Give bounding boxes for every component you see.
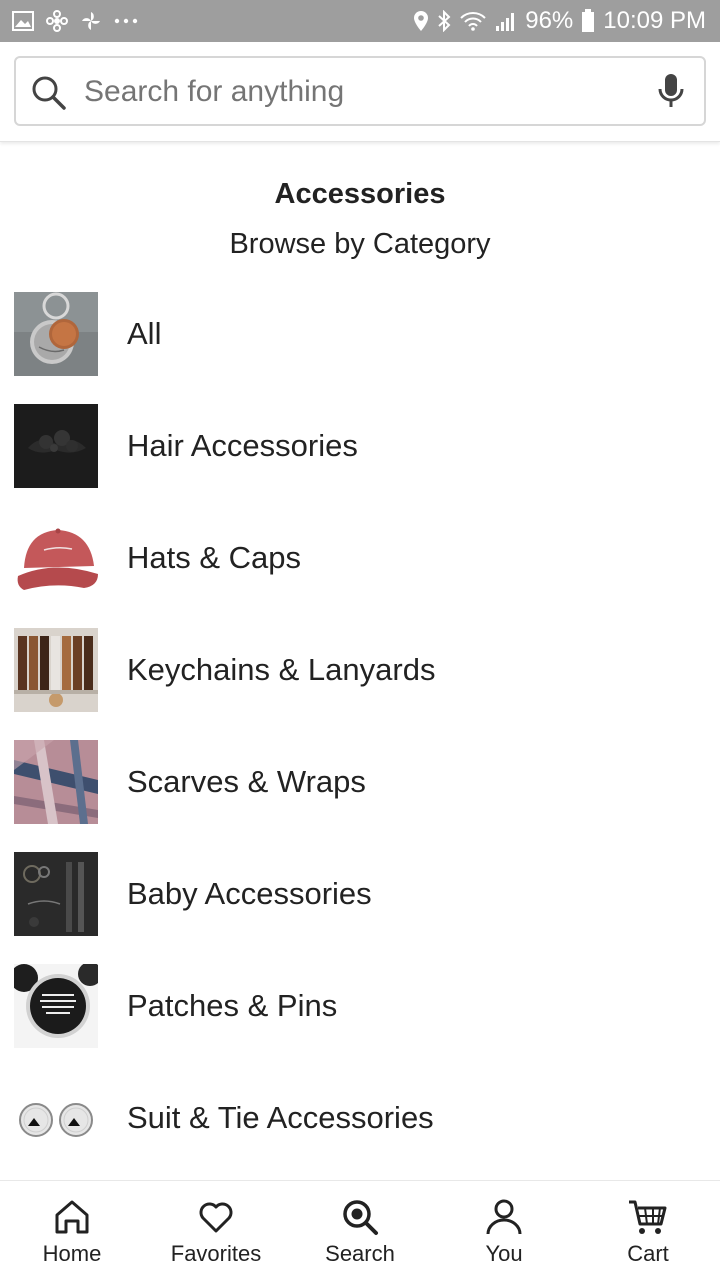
clock: 10:09 PM — [603, 7, 706, 34]
category-item-hair-accessories[interactable]: Hair Accessories — [0, 404, 720, 516]
search-header — [0, 42, 720, 142]
leather-keychains-thumbnail — [14, 628, 98, 712]
more-dots-icon — [114, 17, 138, 25]
cart-icon — [627, 1197, 669, 1242]
nav-label: Search — [325, 1241, 395, 1266]
location-icon — [413, 10, 429, 32]
nav-home[interactable]: Home — [0, 1181, 144, 1280]
fan-icon — [80, 10, 102, 32]
search-bar[interactable] — [14, 56, 706, 126]
category-item-keychains-lanyards[interactable]: Keychains & Lanyards — [0, 628, 720, 740]
nav-search[interactable]: Search — [288, 1181, 432, 1280]
person-icon — [484, 1197, 524, 1242]
search-nav-icon — [340, 1197, 380, 1242]
page-title: Accessories — [274, 178, 446, 210]
bluetooth-icon — [437, 10, 451, 32]
nav-label: Favorites — [170, 1241, 262, 1266]
red-cap-thumbnail — [14, 516, 98, 600]
search-icon[interactable] — [30, 74, 68, 117]
nav-you[interactable]: You — [432, 1181, 576, 1280]
status-left-icons — [12, 10, 138, 32]
search-input[interactable] — [84, 68, 644, 116]
category-label: Hair Accessories — [127, 428, 358, 463]
category-list: All Hair Accessories Hats & Caps Keychai… — [0, 292, 720, 1188]
plaid-scarf-thumbnail — [14, 740, 98, 824]
nav-cart[interactable]: Cart — [576, 1181, 720, 1280]
category-label: Keychains & Lanyards — [127, 652, 436, 687]
nav-favorites[interactable]: Favorites — [144, 1181, 288, 1280]
nav-label: Home — [42, 1241, 102, 1266]
category-label: Hats & Caps — [127, 540, 302, 575]
category-item-baby-accessories[interactable]: Baby Accessories — [0, 852, 720, 964]
category-item-patches-pins[interactable]: Patches & Pins — [0, 964, 720, 1076]
bottom-navigation: Home Favorites Search You Cart — [0, 1180, 720, 1280]
signal-icon — [495, 10, 517, 32]
category-label: All — [127, 316, 162, 351]
status-bar: 96% 10:09 PM — [0, 0, 720, 42]
nav-label: Cart — [627, 1241, 669, 1266]
cufflinks-thumbnail — [14, 1076, 98, 1160]
microphone-icon[interactable] — [656, 72, 686, 115]
wifi-icon — [459, 10, 487, 32]
status-right-icons: 96% 10:09 PM — [413, 7, 706, 35]
hair-accessory-thumbnail — [14, 404, 98, 488]
keychain-charms-thumbnail — [14, 292, 98, 376]
heart-icon — [196, 1197, 236, 1242]
home-icon — [52, 1197, 92, 1242]
battery-percent: 96% — [525, 7, 574, 34]
pinwheel-icon — [46, 10, 68, 32]
image-icon — [12, 11, 34, 31]
nav-label: You — [485, 1241, 523, 1266]
button-pins-thumbnail — [14, 964, 98, 1048]
category-item-all[interactable]: All — [0, 292, 720, 404]
category-item-scarves-wraps[interactable]: Scarves & Wraps — [0, 740, 720, 852]
category-item-suit-tie-accessories[interactable]: Suit & Tie Accessories — [0, 1076, 720, 1188]
battery-icon — [581, 9, 595, 33]
category-item-hats-caps[interactable]: Hats & Caps — [0, 516, 720, 628]
category-label: Patches & Pins — [127, 988, 338, 1023]
category-label: Scarves & Wraps — [127, 764, 366, 799]
category-label: Baby Accessories — [127, 876, 372, 911]
baby-accessories-thumbnail — [14, 852, 98, 936]
page-subtitle: Browse by Category — [229, 228, 491, 260]
category-label: Suit & Tie Accessories — [127, 1100, 434, 1135]
